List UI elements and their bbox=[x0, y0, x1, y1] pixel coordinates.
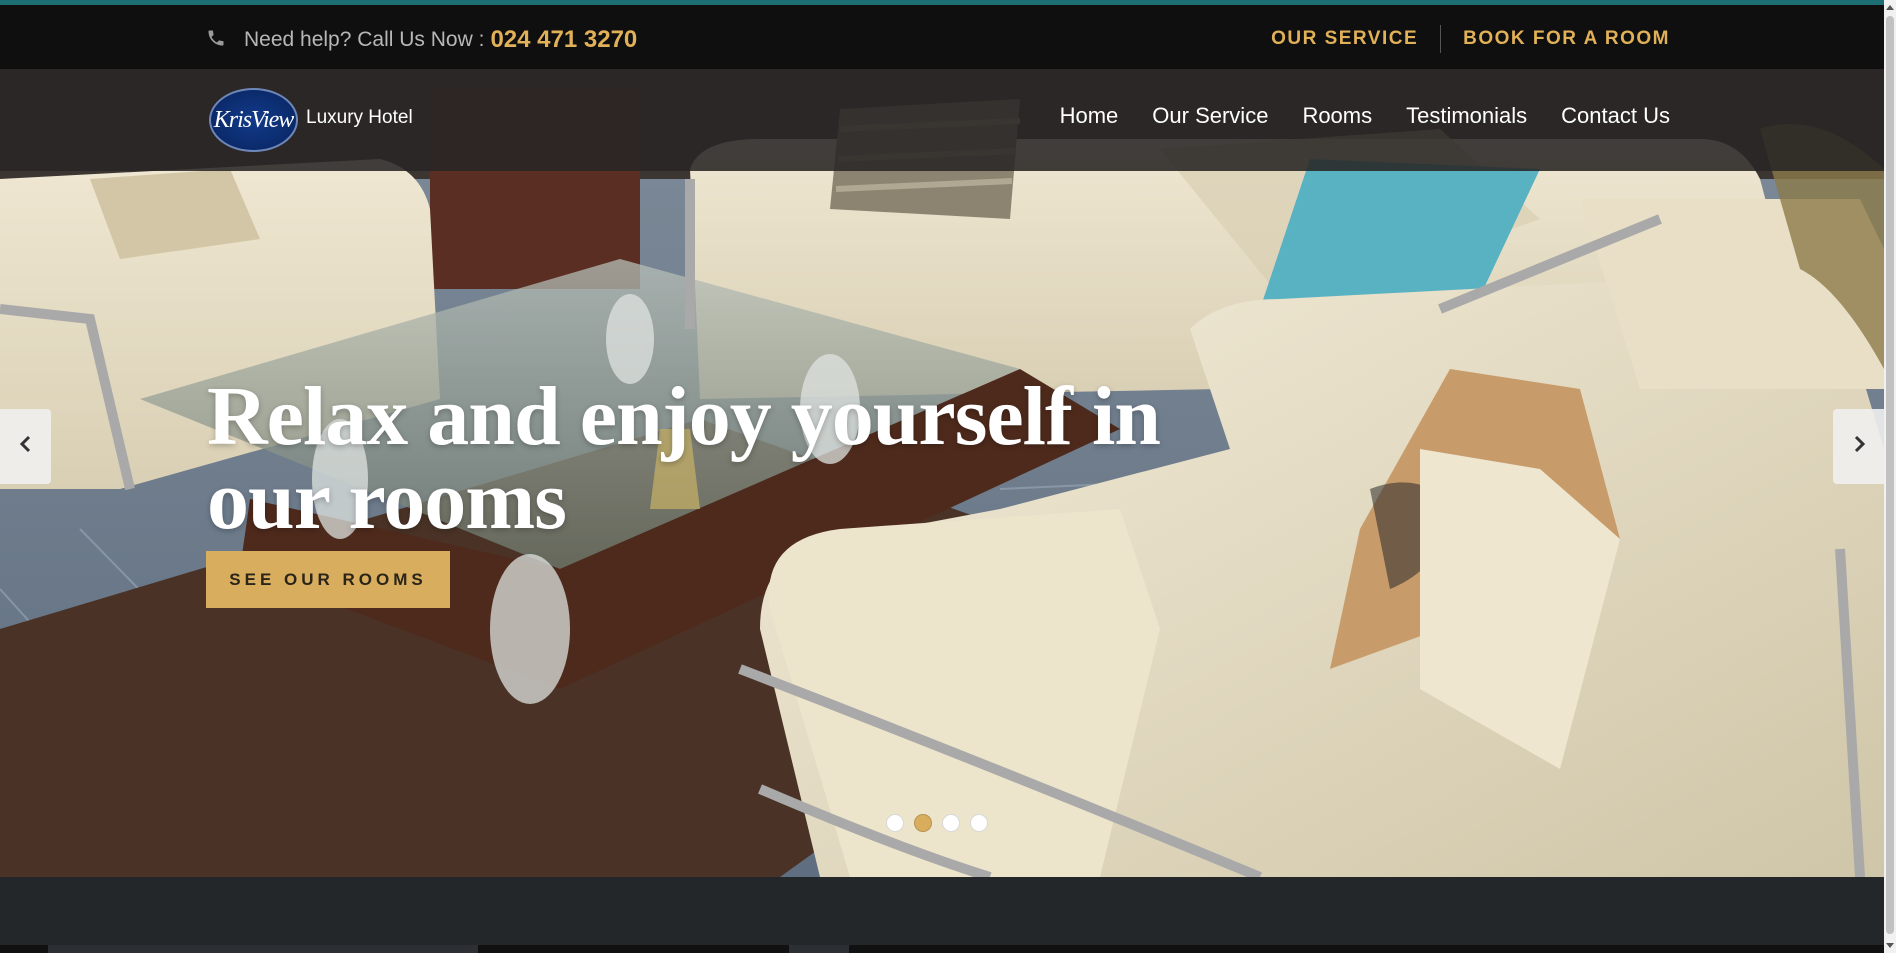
scrollbar-thumb[interactable] bbox=[1886, 16, 1894, 934]
phone-icon bbox=[206, 28, 226, 53]
scroll-down-icon[interactable] bbox=[1886, 943, 1894, 948]
slider-dot[interactable] bbox=[886, 814, 904, 832]
phone-number[interactable]: 024 471 3270 bbox=[490, 26, 637, 54]
scroll-up-icon[interactable] bbox=[1886, 5, 1894, 10]
chevron-left-icon bbox=[16, 434, 36, 459]
help-line: Need help? Call Us Now : 024 471 3270 bbox=[206, 26, 637, 54]
slider-dot[interactable] bbox=[942, 814, 960, 832]
top-links: OUR SERVICE BOOK FOR A ROOM bbox=[1271, 25, 1670, 53]
slider-next-button[interactable] bbox=[1833, 409, 1884, 484]
hero-slider: KrisView Luxury Hotel Home Our Service R… bbox=[0, 69, 1884, 877]
nav-testimonials[interactable]: Testimonials bbox=[1406, 103, 1527, 129]
main-navbar: KrisView Luxury Hotel Home Our Service R… bbox=[0, 69, 1884, 171]
see-our-rooms-button[interactable]: SEE OUR ROOMS bbox=[206, 551, 450, 608]
help-text: Need help? Call Us Now : bbox=[244, 28, 485, 51]
our-service-link[interactable]: OUR SERVICE bbox=[1271, 28, 1418, 50]
page-scrollbar[interactable] bbox=[1884, 0, 1896, 953]
slider-dot[interactable] bbox=[970, 814, 988, 832]
nav-rooms[interactable]: Rooms bbox=[1302, 103, 1372, 129]
section-tab bbox=[48, 945, 478, 953]
chevron-right-icon bbox=[1849, 434, 1869, 459]
hero-headline: Relax and enjoy yourself in our rooms bbox=[207, 370, 1161, 547]
next-section-edge bbox=[0, 945, 1884, 953]
main-nav: Home Our Service Rooms Testimonials Cont… bbox=[1026, 103, 1670, 129]
nav-contact-us[interactable]: Contact Us bbox=[1561, 103, 1670, 129]
divider bbox=[1440, 25, 1442, 53]
slider-prev-button[interactable] bbox=[0, 409, 51, 484]
section-tab bbox=[789, 945, 849, 953]
nav-home[interactable]: Home bbox=[1060, 103, 1119, 129]
brand-subtitle: Luxury Hotel bbox=[306, 107, 413, 128]
slider-dot-active[interactable] bbox=[914, 814, 932, 832]
logo-text: KrisView bbox=[213, 106, 295, 133]
top-info-bar: Need help? Call Us Now : 024 471 3270 OU… bbox=[0, 5, 1884, 69]
book-room-link[interactable]: BOOK FOR A ROOM bbox=[1463, 28, 1670, 50]
slider-dots bbox=[886, 814, 998, 832]
nav-our-service[interactable]: Our Service bbox=[1152, 103, 1268, 129]
brand-logo[interactable]: KrisView bbox=[209, 88, 298, 152]
